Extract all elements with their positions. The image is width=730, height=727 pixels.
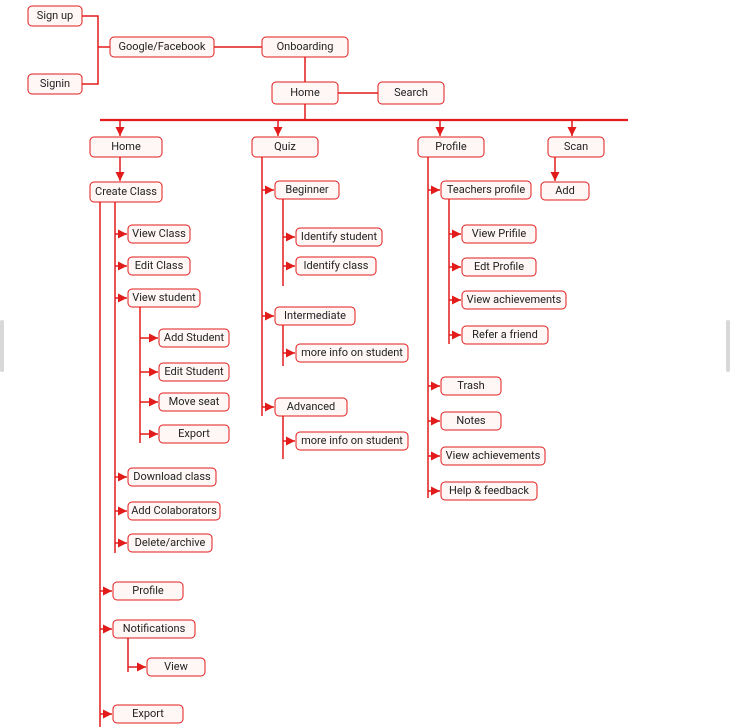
node-google: Google/Facebook (110, 37, 214, 57)
node-view-class: View Class (128, 225, 190, 243)
node-search: Search (378, 82, 444, 104)
node-create-class: Create Class (90, 182, 162, 202)
label-signin: Signin (40, 77, 70, 90)
label-edit-profile: Edt Profile (474, 260, 524, 273)
label-signup: Sign up (37, 9, 73, 22)
label-google: Google/Facebook (118, 40, 205, 53)
node-more1: more info on student (296, 344, 408, 362)
label-scan: Scan (564, 140, 588, 153)
node-beginner: Beginner (275, 181, 339, 199)
node-view-profile: View Prifile (462, 225, 536, 243)
label-view-ach2: View achievements (446, 449, 541, 462)
node-profile: Profile (113, 582, 183, 600)
label-download-class: Download class (133, 470, 211, 483)
label-trash: Trash (457, 379, 484, 392)
node-view-student: View student (128, 289, 200, 307)
node-edit-profile: Edt Profile (462, 258, 536, 276)
node-trash: Trash (441, 377, 501, 395)
label-ident-student: Identify student (301, 230, 378, 243)
label-ident-class: Identify class (304, 259, 369, 272)
label-view-class: View Class (132, 227, 186, 240)
node-refer: Refer a friend (462, 326, 548, 344)
node-export: Export (113, 705, 183, 723)
node-view: View (147, 658, 205, 676)
node-onboarding: Onboarding (262, 37, 348, 57)
node-scan: Scan (548, 137, 604, 157)
node-profile-col: Profile (418, 137, 484, 157)
label-home: Home (111, 140, 141, 153)
node-quiz: Quiz (252, 137, 318, 157)
label-help: Help & feedback (449, 484, 529, 497)
node-notifications: Notifications (113, 620, 195, 638)
label-view-student: View student (132, 291, 196, 304)
node-add-collab: Add Colaborators (128, 502, 220, 520)
node-move-seat: Move seat (159, 393, 229, 411)
node-advanced: Advanced (275, 398, 347, 416)
label-export-sub: Export (178, 427, 210, 440)
node-edit-student: Edit Student (159, 363, 229, 381)
label-home-top: Home (290, 86, 320, 99)
node-notes: Notes (441, 412, 501, 430)
node-ident-student: Identify student (296, 228, 382, 246)
node-help: Help & feedback (441, 482, 537, 500)
label-notifications: Notifications (123, 622, 186, 635)
node-view-ach: View achievements (462, 291, 566, 309)
label-add-student: Add Student (164, 331, 225, 344)
scroll-handle-right (726, 320, 730, 372)
label-notes: Notes (456, 414, 486, 427)
node-teachers: Teachers profile (441, 181, 531, 199)
node-download-class: Download class (128, 468, 216, 486)
label-more2: more info on student (301, 434, 403, 447)
node-ident-class: Identify class (296, 257, 376, 275)
node-delete-archive: Delete/archive (128, 534, 212, 552)
node-export-sub: Export (159, 425, 229, 443)
node-signin: Signin (28, 74, 82, 94)
label-add: Add (555, 184, 575, 197)
label-beginner: Beginner (285, 183, 329, 196)
label-quiz: Quiz (274, 140, 296, 153)
label-intermediate: Intermediate (284, 309, 346, 322)
label-view: View (164, 660, 189, 673)
label-profile-col: Profile (435, 140, 467, 153)
label-edit-student: Edit Student (164, 365, 224, 378)
node-view-ach2: View achievements (441, 447, 545, 465)
node-home: Home (90, 137, 162, 157)
label-advanced: Advanced (287, 400, 335, 413)
label-refer: Refer a friend (472, 328, 538, 341)
node-add-student: Add Student (159, 329, 229, 347)
label-delete-archive: Delete/archive (135, 536, 206, 549)
node-more2: more info on student (296, 432, 408, 450)
node-home-top: Home (272, 82, 338, 104)
node-signup: Sign up (28, 6, 82, 26)
label-teachers: Teachers profile (447, 183, 525, 196)
label-view-profile: View Prifile (472, 227, 527, 240)
node-intermediate: Intermediate (275, 307, 355, 325)
label-add-collab: Add Colaborators (131, 504, 217, 517)
node-add: Add (541, 182, 589, 200)
scroll-handle-left (0, 320, 4, 372)
label-more1: more info on student (301, 346, 403, 359)
label-profile: Profile (132, 584, 164, 597)
label-export: Export (132, 707, 164, 720)
label-edit-class: Edit Class (135, 259, 184, 272)
label-create-class: Create Class (95, 185, 157, 198)
label-view-ach: View achievements (467, 293, 562, 306)
node-edit-class: Edit Class (128, 257, 190, 275)
label-onboarding: Onboarding (277, 40, 334, 53)
label-search: Search (394, 86, 428, 99)
label-move-seat: Move seat (169, 395, 220, 408)
